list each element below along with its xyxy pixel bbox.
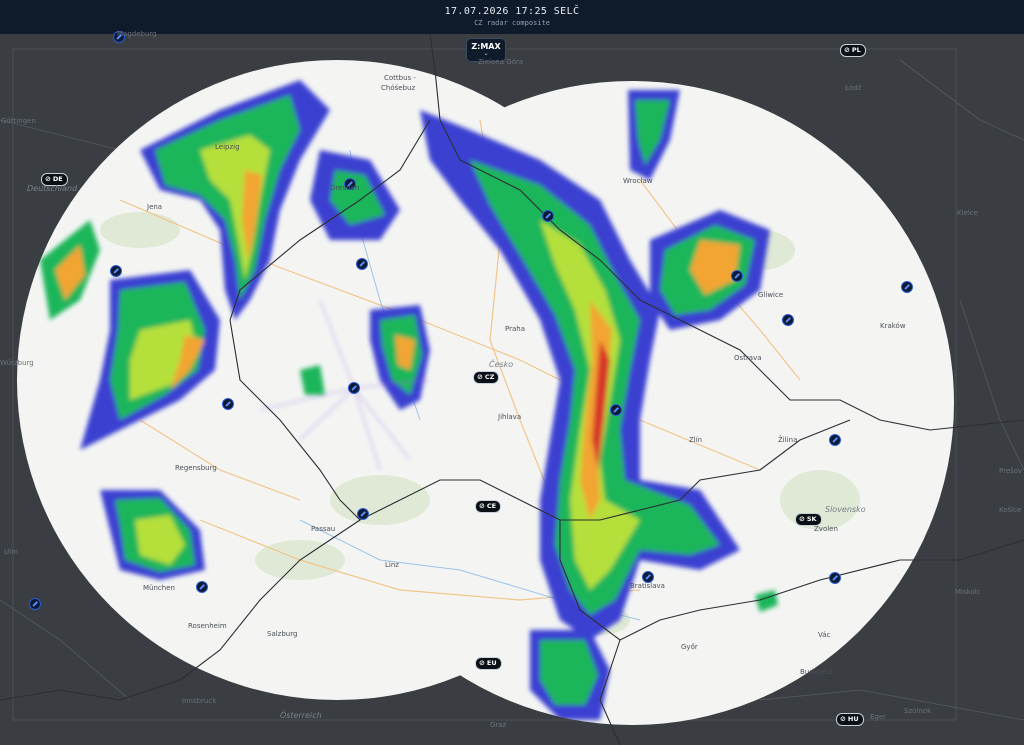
radar-site[interactable] <box>348 382 360 394</box>
place-label: Zlín <box>689 436 703 444</box>
radar-site[interactable] <box>196 581 208 593</box>
badge-cz[interactable]: ⊘ CZ <box>473 371 500 384</box>
place-label: Budapest <box>800 668 834 676</box>
radar-site[interactable] <box>829 434 841 446</box>
place-label: Kraków <box>880 322 906 330</box>
radar-site[interactable] <box>731 270 743 282</box>
place-label: Česko <box>489 360 514 369</box>
place-label: Eger <box>870 713 887 721</box>
radar-icon: ⊘ <box>477 373 483 381</box>
place-label: Deutschland <box>27 184 78 193</box>
place-label: Łódź <box>845 84 862 92</box>
place-label: Zielona Góra <box>478 58 524 66</box>
chevron-down-icon: ⌄ <box>483 50 489 57</box>
place-label: Zvolen <box>814 525 838 533</box>
place-label: Žilina <box>778 436 798 444</box>
place-label: Dresden <box>330 184 360 192</box>
place-label: München <box>143 584 175 592</box>
place-label: Wrocław <box>623 177 653 185</box>
place-label: Prešov <box>999 467 1023 475</box>
badge-hu[interactable]: ⊘ HU <box>836 713 864 726</box>
radar-icon: ⊘ <box>840 715 846 723</box>
place-label: Jihlava <box>498 413 522 421</box>
radar-site[interactable] <box>110 265 122 277</box>
radar-icon: ⊘ <box>844 46 850 54</box>
radar-site[interactable] <box>542 210 554 222</box>
place-label: Magdeburg <box>117 30 157 38</box>
place-label: Linz <box>385 561 399 569</box>
radar-site[interactable] <box>901 281 913 293</box>
place-label: Passau <box>311 525 336 533</box>
place-label: Ostrava <box>734 354 762 362</box>
place-label: Slovensko <box>825 505 866 514</box>
place-label: Szolnok <box>904 707 932 715</box>
radar-icon: ⊘ <box>799 515 805 523</box>
radar-site[interactable] <box>29 598 41 610</box>
place-label: Leipzig <box>215 143 240 151</box>
place-label: Vác <box>818 631 831 639</box>
place-label: Košice <box>999 506 1022 514</box>
place-label: Regensburg <box>175 464 217 472</box>
place-label: Kielce <box>957 209 978 217</box>
place-label: Ulm <box>4 548 18 556</box>
radar-icon: ⊘ <box>479 659 485 667</box>
badge-pl[interactable]: ⊘ PL <box>840 44 866 57</box>
badge-ce[interactable]: ⊘ CE <box>475 500 502 513</box>
radar-site[interactable] <box>357 508 369 520</box>
place-label: Praha <box>505 325 525 333</box>
place-label: Würzburg <box>0 359 34 367</box>
place-label: Chóśebuz <box>381 84 416 92</box>
radar-site[interactable] <box>782 314 794 326</box>
place-label: Graz <box>490 721 507 729</box>
radar-site[interactable] <box>610 404 622 416</box>
radar-site[interactable] <box>356 258 368 270</box>
place-label: Österreich <box>280 711 322 720</box>
place-label: Jena <box>147 203 163 211</box>
badge-eu[interactable]: ⊘ EU <box>475 657 502 670</box>
place-label: Győr <box>681 643 698 651</box>
place-label: Miskolc <box>955 588 981 596</box>
place-label: Cottbus - <box>384 74 416 82</box>
place-label: Göttingen <box>1 117 36 125</box>
radar-map[interactable] <box>0 0 1024 745</box>
place-label: Rosenheim <box>188 622 227 630</box>
place-label: Innsbruck <box>182 697 217 705</box>
radar-icon: ⊘ <box>479 502 485 510</box>
radar-site[interactable] <box>222 398 234 410</box>
place-label: Bratislava <box>630 582 665 590</box>
place-label: Gliwice <box>758 291 784 299</box>
place-label: Salzburg <box>267 630 298 638</box>
radar-site[interactable] <box>829 572 841 584</box>
